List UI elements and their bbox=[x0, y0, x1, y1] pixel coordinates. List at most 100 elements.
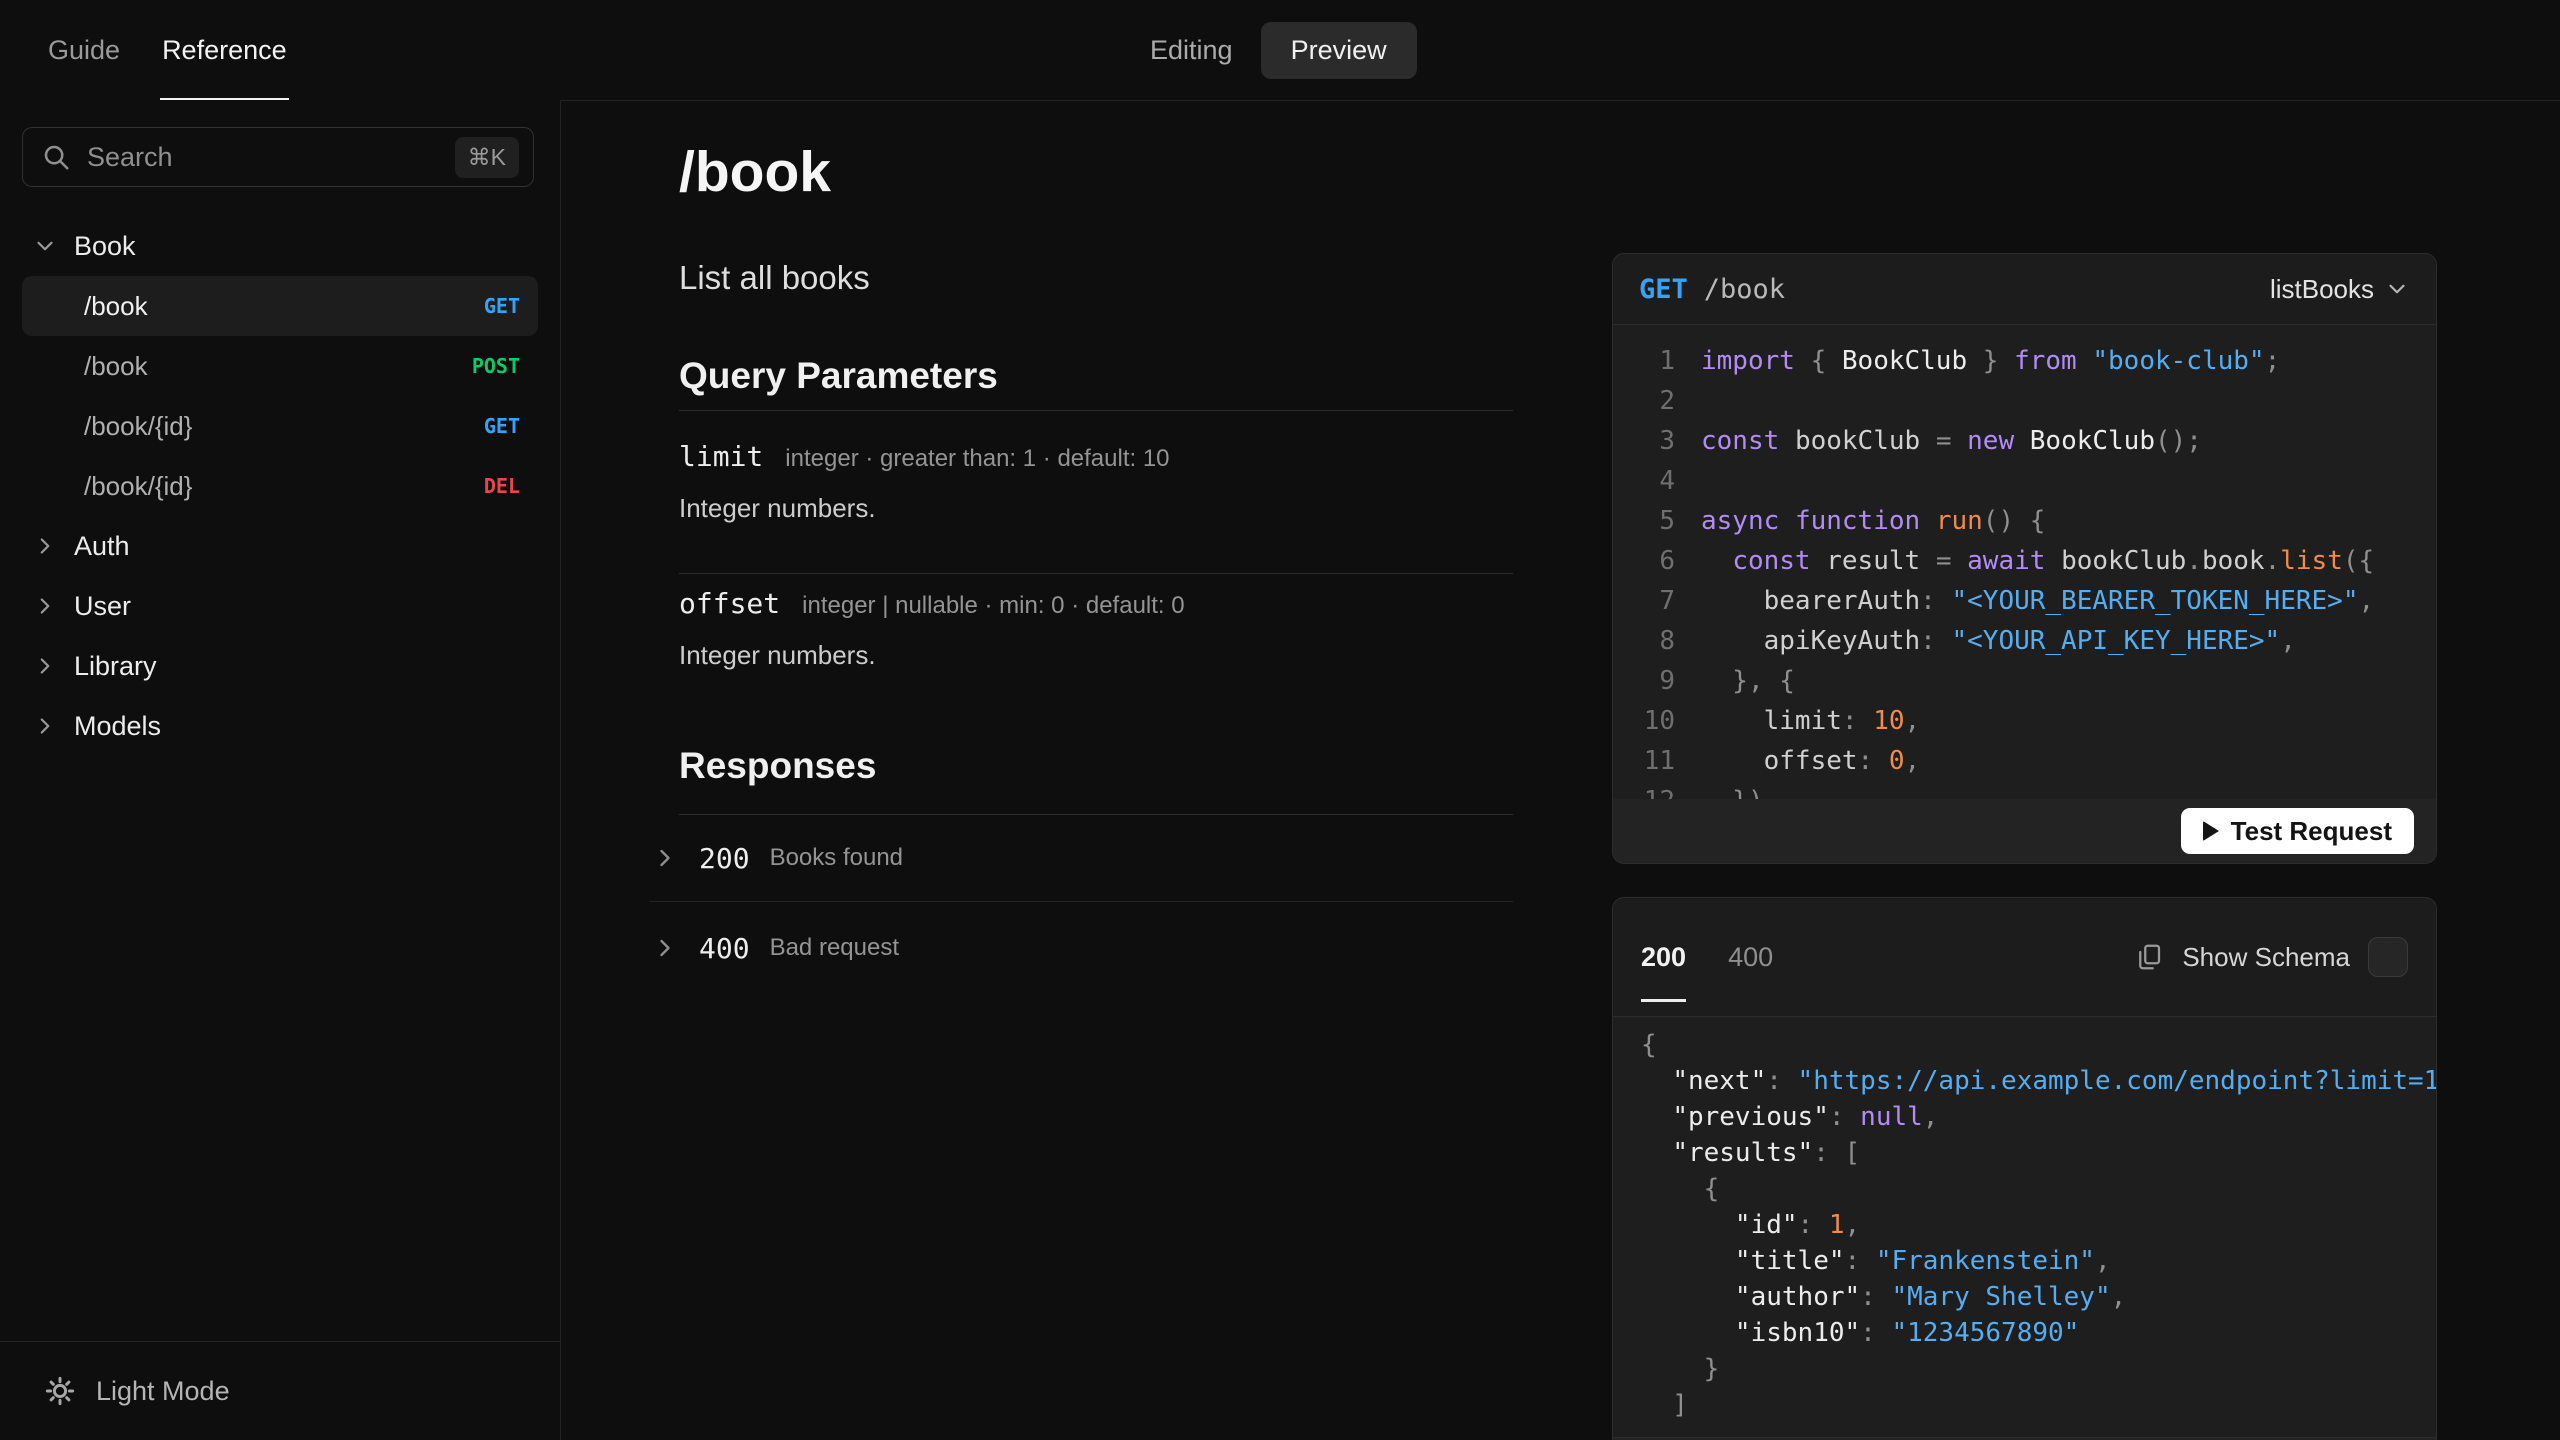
chevron-down-icon bbox=[2384, 276, 2410, 302]
endpoint-path: /book bbox=[84, 350, 148, 381]
param-description: Integer numbers. bbox=[679, 640, 876, 670]
line-number: 12 bbox=[1629, 781, 1675, 799]
response-description: Books found bbox=[769, 844, 904, 871]
operation-label: listBooks bbox=[2269, 273, 2374, 304]
code-line: 1 import { BookClub } from "book-club"; bbox=[1613, 341, 2436, 381]
tab-reference[interactable]: Reference bbox=[160, 0, 289, 101]
request-card-header: GET /book listBooks bbox=[1613, 254, 2436, 325]
param-description: Integer numbers. bbox=[679, 493, 876, 523]
code-line: "author": "Mary Shelley", bbox=[1734, 1282, 2127, 1312]
sidebar-item-book-get[interactable]: /book GET bbox=[22, 276, 538, 336]
search-icon bbox=[41, 142, 71, 172]
code-line: { bbox=[1641, 1174, 1720, 1204]
operation-select[interactable]: listBooks bbox=[2270, 274, 2410, 305]
param-meta: integer · greater than: 1 · default: 10 bbox=[785, 445, 1170, 472]
code-line: 7 bearerAuth: "<YOUR_BEARER_TOKEN_HERE>"… bbox=[1613, 581, 2436, 621]
line-number: 4 bbox=[1659, 466, 1675, 496]
response-row-400[interactable]: 400 Bad request bbox=[649, 902, 1513, 994]
code-line: { bbox=[1641, 1030, 1657, 1060]
sidebar-section-label: Models bbox=[74, 710, 162, 741]
code-line: 9 }, { bbox=[1613, 661, 2436, 701]
sidebar-section-label: Auth bbox=[74, 530, 130, 561]
chevron-right-icon bbox=[32, 653, 58, 679]
sidebar-item-book-id-del[interactable]: /book/{id} DEL bbox=[22, 456, 538, 516]
code-line: 6 const result = await bookClub. book. lis… bbox=[1613, 541, 2436, 581]
response-code: 200 bbox=[699, 841, 750, 875]
code-line: 5 async function run() { bbox=[1613, 501, 2436, 541]
code-line: "results": [ bbox=[1672, 1138, 1861, 1168]
response-example-card: 200 400 Show Schema { "next": "https://a… bbox=[1612, 897, 2437, 1440]
code-line: 8 apiKeyAuth: "<YOUR_API_KEY_HERE>", bbox=[1613, 621, 2436, 661]
page-title: /book bbox=[679, 140, 831, 204]
param-limit: limit integer · greater than: 1 · defaul… bbox=[679, 439, 1513, 477]
test-request-label: Test Request bbox=[2230, 815, 2392, 846]
sidebar-item-book-post[interactable]: /book POST bbox=[22, 336, 538, 396]
response-json-block[interactable]: { "next": "https://api.example.com/endpo… bbox=[1613, 1017, 2436, 1437]
request-example-card: GET /book listBooks 1 import { BookClub }… bbox=[1612, 253, 2437, 864]
code-line: 11 offset: 0, bbox=[1613, 741, 2436, 781]
app-root: Guide Reference Editing Preview Search ⌘… bbox=[0, 0, 2560, 1440]
response-description: Bad request bbox=[769, 934, 899, 961]
sidebar-section-models[interactable]: Models bbox=[22, 696, 538, 756]
line-number: 1 bbox=[1659, 346, 1675, 376]
main-content: /book List all books Query Parameters li… bbox=[649, 100, 1513, 994]
sidebar-section-label: Book bbox=[74, 230, 136, 261]
show-schema-toggle[interactable] bbox=[2368, 937, 2408, 977]
line-number: 11 bbox=[1643, 746, 1675, 776]
request-code-block[interactable]: 1 import { BookClub } from "book-club"; 2 3… bbox=[1613, 325, 2436, 799]
request-method: GET bbox=[1639, 273, 1688, 305]
chevron-right-icon bbox=[32, 713, 58, 739]
search-input[interactable]: Search ⌘K bbox=[22, 127, 534, 187]
sidebar-section-auth[interactable]: Auth bbox=[22, 516, 538, 576]
endpoint-path: /book/{id} bbox=[84, 410, 193, 441]
method-badge: GET bbox=[483, 414, 520, 438]
code-line: 10 limit: 10, bbox=[1613, 701, 2436, 741]
test-request-button[interactable]: Test Request bbox=[2180, 808, 2414, 854]
code-line: 12 }) bbox=[1613, 781, 2436, 799]
response-card-header: 200 400 Show Schema bbox=[1613, 898, 2436, 1017]
sidebar: Search ⌘K Book /book GET /book POST /boo… bbox=[0, 100, 561, 1440]
chevron-right-icon bbox=[651, 934, 679, 962]
sidebar-section-label: Library bbox=[74, 650, 157, 681]
search-shortcut-badge: ⌘K bbox=[454, 136, 519, 178]
line-number: 7 bbox=[1659, 586, 1675, 616]
mode-toggle: Editing Preview bbox=[1150, 0, 1417, 100]
code-line: "next": "https://api.example.com/endpoin… bbox=[1672, 1066, 2436, 1096]
tab-400[interactable]: 400 bbox=[1728, 898, 1773, 1016]
response-code: 400 bbox=[699, 931, 750, 965]
chevron-right-icon bbox=[651, 844, 679, 872]
param-name: limit bbox=[679, 440, 764, 473]
sun-icon bbox=[44, 1375, 76, 1407]
line-number: 10 bbox=[1643, 706, 1675, 736]
code-line: "isbn10": "1234567890" bbox=[1734, 1318, 2080, 1348]
sidebar-section-user[interactable]: User bbox=[22, 576, 538, 636]
tab-200[interactable]: 200 bbox=[1641, 898, 1687, 1016]
method-badge: DEL bbox=[483, 474, 520, 498]
topbar: Guide Reference Editing Preview bbox=[0, 0, 2560, 101]
endpoint-path: /book/{id} bbox=[84, 470, 193, 501]
mode-editing[interactable]: Editing bbox=[1150, 35, 1233, 66]
method-badge: POST bbox=[471, 354, 520, 378]
sidebar-item-book-id-get[interactable]: /book/{id} GET bbox=[22, 396, 538, 456]
chevron-down-icon bbox=[32, 233, 58, 259]
sidebar-section-library[interactable]: Library bbox=[22, 636, 538, 696]
query-parameters-heading: Query Parameters bbox=[679, 355, 998, 396]
code-line: ] bbox=[1641, 1390, 1688, 1420]
line-number: 5 bbox=[1659, 506, 1675, 536]
tab-guide[interactable]: Guide bbox=[46, 0, 122, 100]
response-row-200[interactable]: 200 Books found bbox=[649, 815, 1513, 902]
code-line: } bbox=[1641, 1354, 1720, 1384]
mode-preview[interactable]: Preview bbox=[1260, 21, 1417, 79]
sidebar-section-book[interactable]: Book bbox=[22, 216, 538, 276]
search-placeholder: Search bbox=[87, 141, 173, 172]
line-number: 2 bbox=[1659, 386, 1675, 416]
request-path: /book bbox=[1703, 273, 1786, 305]
code-line: "title": "Frankenstein", bbox=[1734, 1246, 2111, 1276]
copy-icon[interactable] bbox=[2134, 942, 2164, 972]
divider bbox=[679, 573, 1513, 574]
sidebar-section-label: User bbox=[74, 590, 132, 621]
theme-toggle-button[interactable]: Light Mode bbox=[0, 1341, 560, 1440]
responses-heading: Responses bbox=[679, 745, 877, 786]
code-line: "id": 1, bbox=[1734, 1210, 1861, 1240]
param-offset: offset integer | nullable · min: 0 · def… bbox=[679, 586, 1513, 624]
